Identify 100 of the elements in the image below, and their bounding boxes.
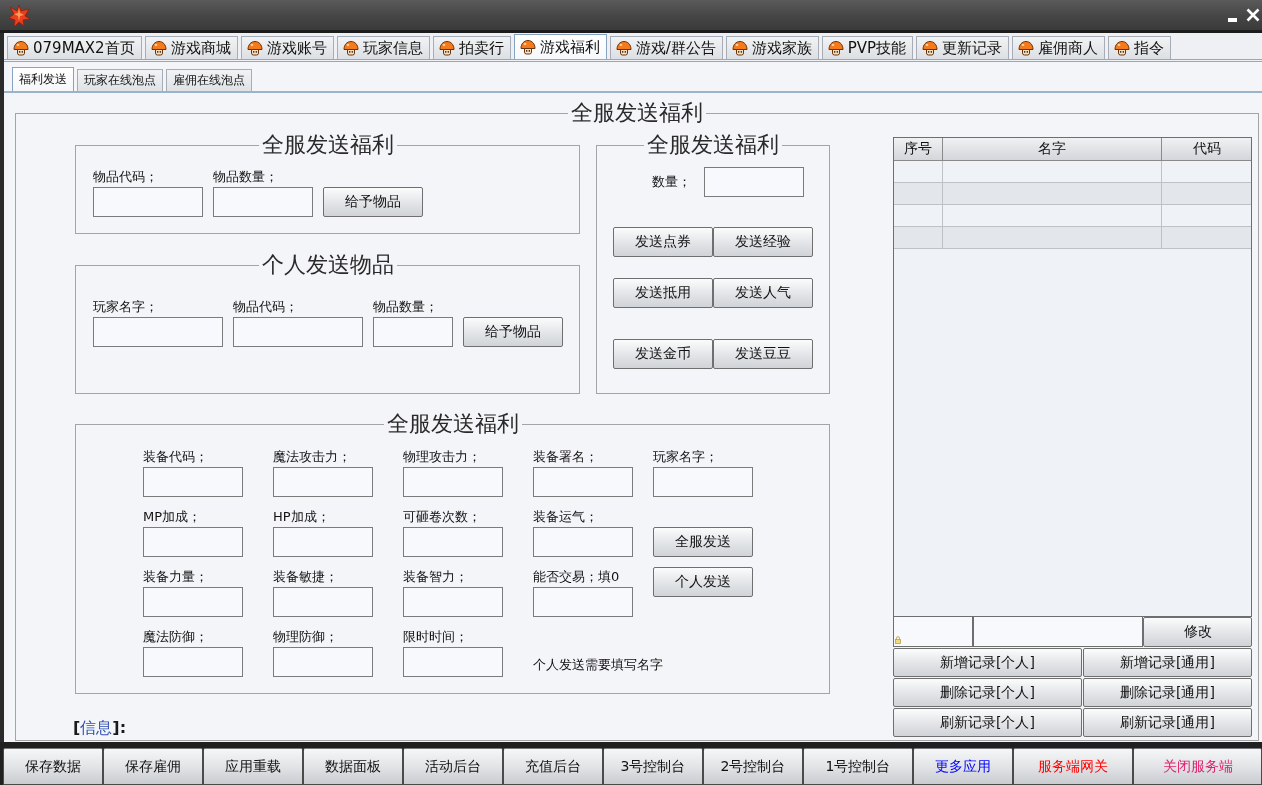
- toolbar-button[interactable]: 应用重载: [203, 748, 303, 785]
- group-title: 个人发送物品: [260, 252, 395, 278]
- field-label: 物品代码；: [93, 169, 158, 185]
- mushroom-icon: [615, 40, 632, 56]
- send-button[interactable]: 发送人气: [713, 278, 813, 308]
- field-label: 物品代码；: [233, 299, 298, 315]
- group-title: 全服发送福利: [385, 411, 520, 437]
- toolbar-button[interactable]: 数据面板: [303, 748, 403, 785]
- send-button[interactable]: 发送经验: [713, 227, 813, 257]
- tab[interactable]: 游戏账号: [240, 36, 334, 59]
- input-field[interactable]: [893, 617, 973, 647]
- send-button[interactable]: 发送点券: [613, 227, 713, 257]
- close-icon[interactable]: [1246, 8, 1260, 22]
- record-button[interactable]: 删除记录[个人]: [893, 678, 1082, 707]
- field-label: 能否交易；填0: [533, 569, 620, 585]
- hint-text: 个人发送需要填写名字: [533, 656, 663, 674]
- input-field[interactable]: [653, 467, 753, 497]
- input-field[interactable]: [973, 617, 1143, 647]
- group-title: 全服发送福利: [646, 132, 780, 158]
- tab[interactable]: PVP技能: [821, 36, 914, 59]
- field-label: 物理攻击力；: [403, 449, 481, 465]
- input-field[interactable]: [93, 317, 223, 347]
- field-label: 魔法防御；: [143, 629, 208, 645]
- field-label: 装备敏捷；: [273, 569, 338, 585]
- toolbar-button[interactable]: 3号控制台: [603, 748, 703, 785]
- input-field[interactable]: [273, 587, 373, 617]
- group-title: 全服发送福利: [260, 132, 395, 158]
- tab[interactable]: 玩家信息: [336, 36, 430, 59]
- send-button[interactable]: 发送抵用: [613, 278, 713, 308]
- input-field[interactable]: [273, 467, 373, 497]
- field-label: 物品数量；: [213, 169, 278, 185]
- toolbar-button[interactable]: 活动后台: [403, 748, 503, 785]
- edit-button[interactable]: 修改: [1143, 617, 1252, 647]
- sub-tab[interactable]: 福利发送: [12, 67, 74, 91]
- send-button[interactable]: 发送豆豆: [713, 339, 813, 369]
- mushroom-icon: [827, 40, 844, 56]
- field-label: 装备智力；: [403, 569, 468, 585]
- field-label: 玩家名字；: [93, 299, 158, 315]
- input-field[interactable]: [704, 167, 804, 197]
- input-field[interactable]: [273, 647, 373, 677]
- record-button[interactable]: 新增记录[通用]: [1083, 648, 1252, 677]
- input-field[interactable]: [93, 187, 203, 217]
- field-label: 数量；: [652, 173, 691, 191]
- toolbar-button[interactable]: 保存数据: [3, 748, 103, 785]
- field-label: HP加成；: [273, 509, 330, 525]
- mushroom-icon: [922, 40, 939, 56]
- tab[interactable]: 雇佣商人: [1012, 36, 1106, 59]
- mushroom-icon: [438, 40, 455, 56]
- give-item-button[interactable]: 给予物品: [463, 317, 563, 347]
- tab[interactable]: 游戏/群公告: [609, 36, 723, 59]
- toolbar-button[interactable]: 2号控制台: [703, 748, 803, 785]
- toolbar-button[interactable]: 保存雇佣: [103, 748, 203, 785]
- input-field[interactable]: [403, 647, 503, 677]
- mushroom-icon: [1114, 40, 1131, 56]
- tab[interactable]: 指令: [1108, 36, 1172, 59]
- record-button[interactable]: 刷新记录[通用]: [1083, 708, 1252, 737]
- lock-icon: [895, 636, 901, 644]
- input-field[interactable]: [403, 587, 503, 617]
- send-button[interactable]: 个人发送: [653, 567, 753, 597]
- record-button[interactable]: 删除记录[通用]: [1083, 678, 1252, 707]
- tab[interactable]: 079MAX2首页: [7, 36, 142, 59]
- tab[interactable]: 更新记录: [916, 36, 1010, 59]
- sub-tab[interactable]: 玩家在线泡点: [77, 69, 163, 91]
- record-button[interactable]: 新增记录[个人]: [893, 648, 1082, 677]
- column-header: 名字: [943, 138, 1162, 161]
- toolbar-button[interactable]: 1号控制台: [803, 748, 913, 785]
- input-field[interactable]: [533, 467, 633, 497]
- input-field[interactable]: [233, 317, 363, 347]
- mushroom-icon: [1018, 40, 1035, 56]
- group-title: 全服发送福利: [570, 100, 704, 126]
- input-field[interactable]: [143, 467, 243, 497]
- toolbar-button[interactable]: 更多应用: [913, 748, 1013, 785]
- toolbar-button[interactable]: 关闭服务端: [1133, 748, 1262, 785]
- tab[interactable]: 拍卖行: [432, 36, 511, 59]
- mushroom-icon: [150, 40, 167, 56]
- input-field[interactable]: [143, 527, 243, 557]
- field-label: 装备运气；: [533, 509, 598, 525]
- input-field[interactable]: [373, 317, 453, 347]
- record-button[interactable]: 刷新记录[个人]: [893, 708, 1082, 737]
- send-button[interactable]: 全服发送: [653, 527, 753, 557]
- input-field[interactable]: [403, 527, 503, 557]
- give-item-button[interactable]: 给予物品: [323, 187, 423, 217]
- mushroom-icon: [731, 40, 748, 56]
- sub-tab[interactable]: 雇佣在线泡点: [166, 69, 252, 91]
- mushroom-icon: [342, 40, 359, 56]
- star-icon: [8, 4, 30, 26]
- tab[interactable]: 游戏商城: [144, 36, 238, 59]
- field-label: 魔法攻击力；: [273, 449, 351, 465]
- input-field[interactable]: [533, 527, 633, 557]
- input-field[interactable]: [533, 587, 633, 617]
- field-label: 装备署名；: [533, 449, 598, 465]
- send-button[interactable]: 发送金币: [613, 339, 713, 369]
- tab[interactable]: 游戏福利: [513, 34, 607, 59]
- input-field[interactable]: [273, 527, 373, 557]
- input-field[interactable]: [143, 647, 243, 677]
- input-field[interactable]: [143, 587, 243, 617]
- input-field[interactable]: [403, 467, 503, 497]
- input-field[interactable]: [213, 187, 313, 217]
- tab[interactable]: 游戏家族: [725, 36, 819, 59]
- toolbar-button[interactable]: 充值后台: [503, 748, 603, 785]
